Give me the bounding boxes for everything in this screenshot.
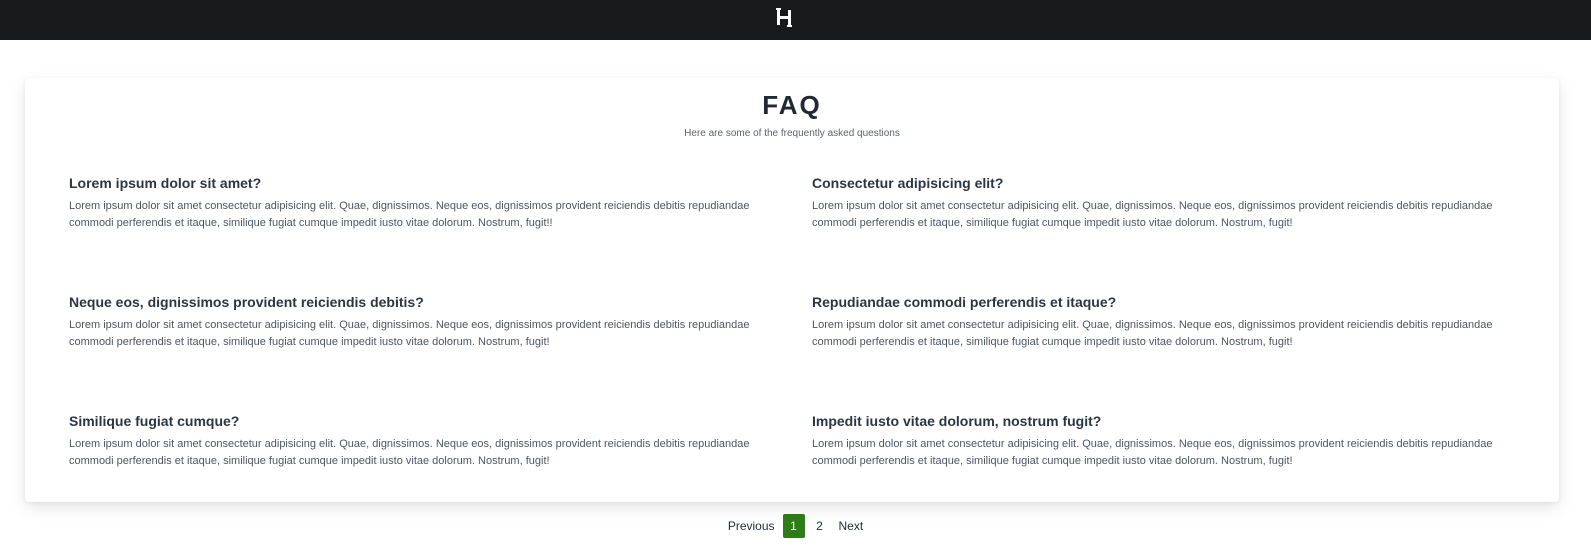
page-2-button[interactable]: 2 xyxy=(809,514,831,538)
faq-answer: Lorem ipsum dolor sit amet consectetur a… xyxy=(812,319,1493,348)
h-logo-icon[interactable] xyxy=(776,7,792,29)
faq-item: Repudiandae commodi perferendis et itaqu… xyxy=(812,293,1507,351)
faq-answer: Lorem ipsum dolor sit amet consectetur a… xyxy=(812,438,1493,467)
faq-question: Consectetur adipisicing elit? xyxy=(812,175,1004,191)
faq-question: Repudiandae commodi perferendis et itaqu… xyxy=(812,294,1117,310)
faq-item: Neque eos, dignissimos provident reicien… xyxy=(69,293,764,351)
faq-answer: Lorem ipsum dolor sit amet consectetur a… xyxy=(69,319,750,348)
faq-item: Lorem ipsum dolor sit amet? Lorem ipsum … xyxy=(69,174,764,232)
faq-question: Similique fugiat cumque? xyxy=(69,413,240,429)
faq-question: Impedit iusto vitae dolorum, nostrum fug… xyxy=(812,413,1102,429)
faq-item: Consectetur adipisicing elit? Lorem ipsu… xyxy=(812,174,1507,232)
faq-answer: Lorem ipsum dolor sit amet consectetur a… xyxy=(812,200,1493,229)
page-subtitle: Here are some of the frequently asked qu… xyxy=(684,128,900,139)
faq-question: Neque eos, dignissimos provident reicien… xyxy=(69,294,424,310)
page-title: FAQ xyxy=(762,90,822,120)
pagination: Previous 1 2 Next xyxy=(0,513,1591,539)
faq-answer: Lorem ipsum dolor sit amet consectetur a… xyxy=(69,200,750,229)
top-navbar xyxy=(0,0,1591,40)
faq-item: Impedit iusto vitae dolorum, nostrum fug… xyxy=(812,412,1507,470)
faq-answer: Lorem ipsum dolor sit amet consectetur a… xyxy=(69,438,750,467)
page-1-button[interactable]: 1 xyxy=(782,514,805,538)
faq-question: Lorem ipsum dolor sit amet? xyxy=(69,175,262,191)
faq-card: FAQ Here are some of the frequently aske… xyxy=(25,78,1559,502)
faq-item: Similique fugiat cumque? Lorem ipsum dol… xyxy=(69,412,764,470)
previous-page-button[interactable]: Previous xyxy=(722,514,781,538)
next-page-button[interactable]: Next xyxy=(833,514,870,538)
